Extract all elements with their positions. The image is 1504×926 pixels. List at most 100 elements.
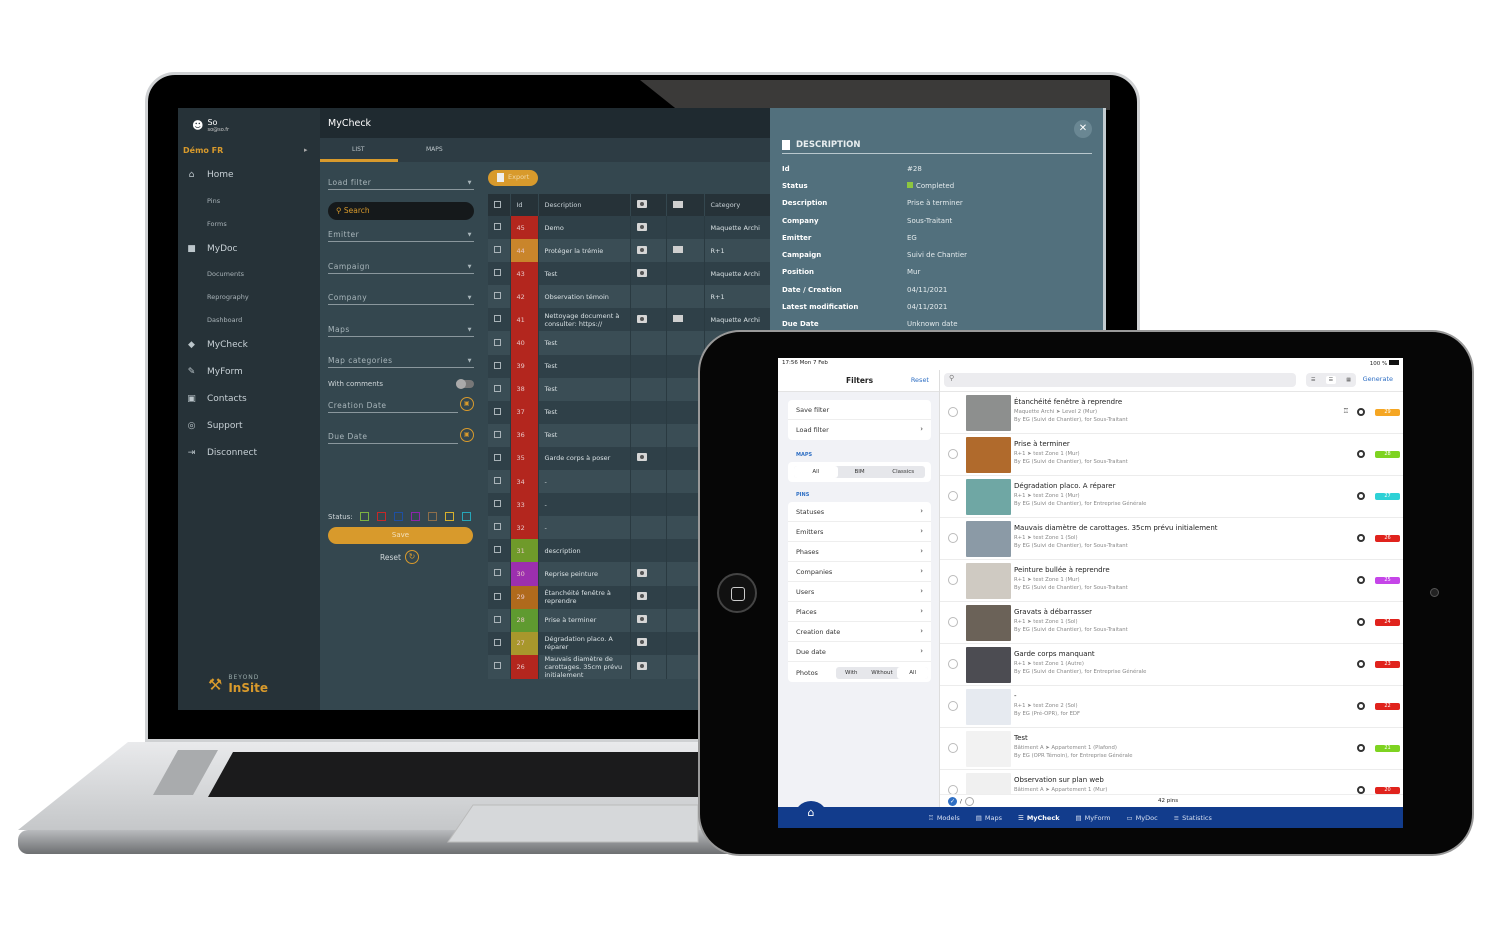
pin-icon[interactable] bbox=[1357, 744, 1365, 752]
filters-reset-button[interactable]: Reset bbox=[911, 376, 929, 384]
row-checkbox[interactable] bbox=[494, 430, 501, 438]
creation-date-field[interactable]: Creation Date ▣ bbox=[328, 397, 474, 413]
row-checkbox[interactable] bbox=[494, 407, 501, 415]
due-date-field[interactable]: Due Date ▣ bbox=[328, 428, 474, 444]
row-checkbox[interactable] bbox=[494, 500, 501, 508]
status-checkbox[interactable] bbox=[359, 512, 369, 521]
sidebar-item-mydoc[interactable]: ■ MyDoc bbox=[186, 244, 237, 254]
row-checkbox[interactable] bbox=[494, 546, 501, 554]
photos-option-without[interactable]: Without bbox=[867, 667, 898, 679]
row-checkbox[interactable] bbox=[494, 269, 501, 277]
sidebar-item-disconnect[interactable]: ⇥ Disconnect bbox=[186, 448, 257, 458]
status-checkbox[interactable] bbox=[461, 512, 471, 521]
filter-item-places[interactable]: Places › bbox=[788, 602, 931, 622]
tab-models[interactable]: ♖ Models bbox=[928, 814, 960, 822]
pin-icon[interactable] bbox=[1357, 450, 1365, 458]
row-select-cell[interactable] bbox=[488, 654, 511, 679]
maps-option-all[interactable]: All bbox=[794, 466, 838, 478]
row-checkbox[interactable] bbox=[494, 384, 501, 392]
pin-icon[interactable] bbox=[1357, 660, 1365, 668]
sidebar-item-support[interactable]: ◎ Support bbox=[186, 421, 243, 431]
sidebar-subitem-pins[interactable]: Pins bbox=[207, 197, 220, 205]
close-button[interactable]: ✕ bbox=[1074, 120, 1092, 138]
row-checkbox[interactable] bbox=[494, 292, 501, 300]
pin-list-item[interactable]: - R+1 ➤ test Zone 2 (Sol) By EG (Pré-OPR),… bbox=[940, 686, 1403, 728]
with-comments-toggle[interactable] bbox=[456, 379, 474, 389]
project-selector[interactable]: Démo FR bbox=[183, 146, 223, 155]
row-checkbox[interactable] bbox=[494, 338, 501, 346]
row-checkbox[interactable] bbox=[494, 361, 501, 369]
column-id[interactable]: Id bbox=[510, 194, 539, 216]
row-select-cell[interactable] bbox=[488, 446, 511, 471]
status-checkbox[interactable] bbox=[427, 512, 437, 521]
camera-icon[interactable] bbox=[636, 592, 647, 601]
home-tab-button[interactable]: ⌂ bbox=[794, 801, 828, 828]
sidebar-subitem-reprography[interactable]: Reprography bbox=[207, 293, 249, 301]
maps-option-bim[interactable]: BIM bbox=[838, 466, 882, 478]
table-row[interactable]: 44 Protéger la trémie R+1 bbox=[488, 239, 778, 263]
pin-icon[interactable] bbox=[1357, 786, 1365, 794]
row-select-cell[interactable] bbox=[488, 539, 511, 563]
tab-list[interactable]: LIST bbox=[352, 146, 365, 153]
select-radio[interactable] bbox=[948, 533, 958, 543]
comment-icon[interactable] bbox=[672, 246, 683, 254]
select-all-header[interactable] bbox=[488, 194, 511, 216]
filter-item-creation-date[interactable]: Creation date › bbox=[788, 622, 931, 642]
row-select-cell[interactable] bbox=[488, 423, 511, 447]
row-checkbox[interactable] bbox=[494, 453, 501, 461]
pin-icon[interactable] bbox=[1357, 492, 1365, 500]
chevron-right-icon[interactable]: ▸ bbox=[304, 146, 308, 154]
view-grid-icon[interactable]: ▦ bbox=[1346, 377, 1351, 383]
row-select-cell[interactable] bbox=[488, 216, 511, 240]
sidebar-item-mycheck[interactable]: ◆ MyCheck bbox=[186, 340, 248, 350]
status-checkbox[interactable] bbox=[393, 512, 403, 521]
tab-mycheck[interactable]: ☰ MyCheck bbox=[1018, 814, 1060, 822]
sidebar-subitem-dashboard[interactable]: Dashboard bbox=[207, 316, 242, 324]
column-comment[interactable] bbox=[666, 194, 705, 216]
row-select-cell[interactable] bbox=[488, 631, 511, 655]
filter-item-statuses[interactable]: Statuses › bbox=[788, 502, 931, 522]
row-select-cell[interactable] bbox=[488, 239, 511, 263]
select-all-checkbox[interactable] bbox=[494, 200, 501, 208]
select-radio[interactable] bbox=[948, 491, 958, 501]
tab-maps[interactable]: ▤ Maps bbox=[976, 814, 1002, 822]
search-input[interactable]: ⚲ Search bbox=[328, 202, 474, 220]
row-select-cell[interactable] bbox=[488, 608, 511, 632]
load-filter-select[interactable]: Load filter ▼ bbox=[328, 178, 474, 190]
pin-list-item[interactable]: Étanchéité fenêtre à reprendre Maquette A… bbox=[940, 392, 1403, 434]
unchecked-icon[interactable] bbox=[964, 797, 974, 806]
camera-icon[interactable] bbox=[636, 314, 647, 323]
sidebar-item-myform[interactable]: ✎ MyForm bbox=[186, 367, 243, 377]
column-photo[interactable] bbox=[630, 194, 667, 216]
select-radio[interactable] bbox=[948, 659, 958, 669]
user-profile[interactable]: ☻ So so@so.fr bbox=[192, 118, 229, 133]
select-radio[interactable] bbox=[948, 407, 958, 417]
camera-icon[interactable] bbox=[636, 661, 647, 670]
selection-toggle[interactable]: ✓ / bbox=[948, 797, 974, 806]
export-button[interactable]: Export bbox=[488, 170, 538, 186]
list-search-input[interactable]: ⚲ bbox=[944, 373, 1296, 387]
select-radio[interactable] bbox=[948, 743, 958, 753]
status-checkbox[interactable] bbox=[444, 512, 454, 521]
sidebar-item-home[interactable]: ⌂ Home bbox=[186, 170, 234, 180]
column-category[interactable]: Category bbox=[704, 194, 778, 216]
sidebar-item-contacts[interactable]: ▣ Contacts bbox=[186, 394, 246, 404]
row-select-cell[interactable] bbox=[488, 516, 511, 540]
view-list-icon[interactable]: ☰ bbox=[1325, 376, 1337, 384]
camera-icon[interactable] bbox=[636, 453, 647, 462]
column-description[interactable]: Description bbox=[538, 194, 631, 216]
table-row[interactable]: 41 Nettoyage document à consulter: https:… bbox=[488, 308, 778, 332]
camera-icon[interactable] bbox=[636, 638, 647, 647]
pin-list-item[interactable]: Dégradation placo. A réparer R+1 ➤ test Z… bbox=[940, 476, 1403, 518]
camera-icon[interactable] bbox=[636, 615, 647, 624]
reset-button[interactable]: Reset ↻ bbox=[380, 550, 419, 564]
maps-option-classics[interactable]: Classics bbox=[881, 466, 925, 478]
camera-icon[interactable] bbox=[636, 222, 647, 231]
company-select[interactable]: Company ▼ bbox=[328, 293, 474, 305]
tab-mydoc[interactable]: ▭ MyDoc bbox=[1127, 814, 1158, 822]
row-select-cell[interactable] bbox=[488, 262, 511, 286]
filter-item-companies[interactable]: Companies › bbox=[788, 562, 931, 582]
map-categories-select[interactable]: Map categories ▼ bbox=[328, 356, 474, 368]
tab-myform[interactable]: ▤ MyForm bbox=[1076, 814, 1111, 822]
camera-icon[interactable] bbox=[636, 268, 647, 277]
